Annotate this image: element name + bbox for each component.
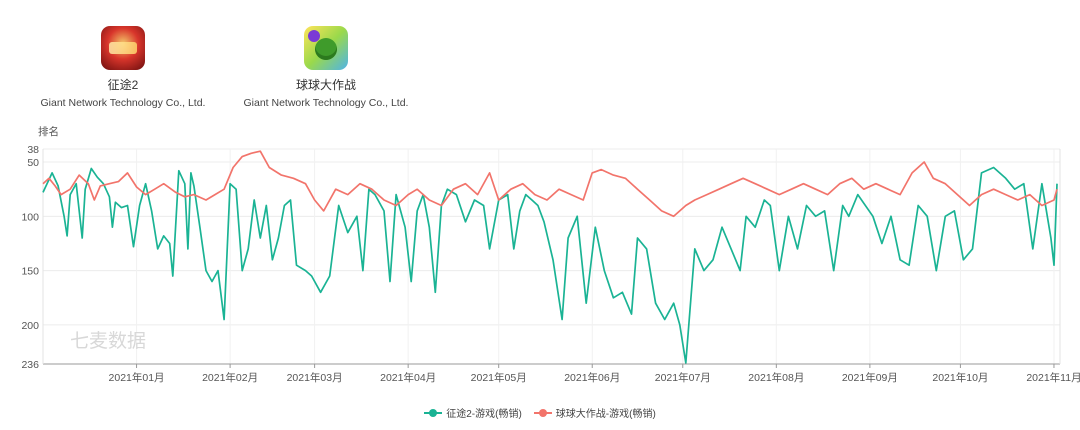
series-line-1[interactable]	[42, 150, 1058, 218]
x-tick-label: 2021年06月	[564, 371, 620, 384]
y-tick-label: 236	[21, 359, 39, 371]
x-tick-label: 2021年01月	[109, 371, 165, 384]
watermark-text: 七麦数据	[70, 330, 146, 352]
x-tick-label: 2021年08月	[748, 371, 804, 384]
chart-legend: 征途2-游戏(畅销) 球球大作战-游戏(畅销)	[0, 405, 1080, 421]
chart-axes: 3850 100 150 200 236 2021年01月 2021年02月 2021年03月…	[21, 144, 1080, 384]
y-tick-label: 100	[21, 211, 39, 223]
x-tick-label: 2021年02月	[202, 371, 258, 384]
x-tick-label: 2021年10月	[932, 371, 988, 384]
legend-item-0[interactable]: 征途2-游戏(畅销)	[424, 405, 522, 420]
y-tick-label: 50	[27, 157, 39, 169]
rank-line-chart: 3850 100 150 200 236 2021年01月 2021年02月 2021年03月…	[21, 144, 1080, 384]
y-tick-label: 38	[27, 144, 39, 156]
chart-series	[42, 150, 1058, 364]
legend-item-1[interactable]: 球球大作战-游戏(畅销)	[533, 405, 656, 420]
legend-label: 征途2-游戏(畅销)	[446, 409, 522, 420]
y-tick-label: 150	[21, 266, 39, 278]
x-tick-label: 2021年03月	[287, 371, 343, 384]
legend-swatch	[533, 408, 552, 418]
x-tick-label: 2021年07月	[655, 371, 711, 384]
x-tick-label: 2021年11月	[1026, 371, 1080, 384]
x-tick-label: 2021年05月	[471, 371, 527, 384]
x-tick-label: 2021年09月	[842, 371, 898, 384]
y-tick-label: 200	[21, 320, 39, 332]
x-tick-label: 2021年04月	[380, 371, 436, 384]
legend-swatch	[424, 408, 443, 418]
legend-label: 球球大作战-游戏(畅销)	[555, 409, 656, 420]
